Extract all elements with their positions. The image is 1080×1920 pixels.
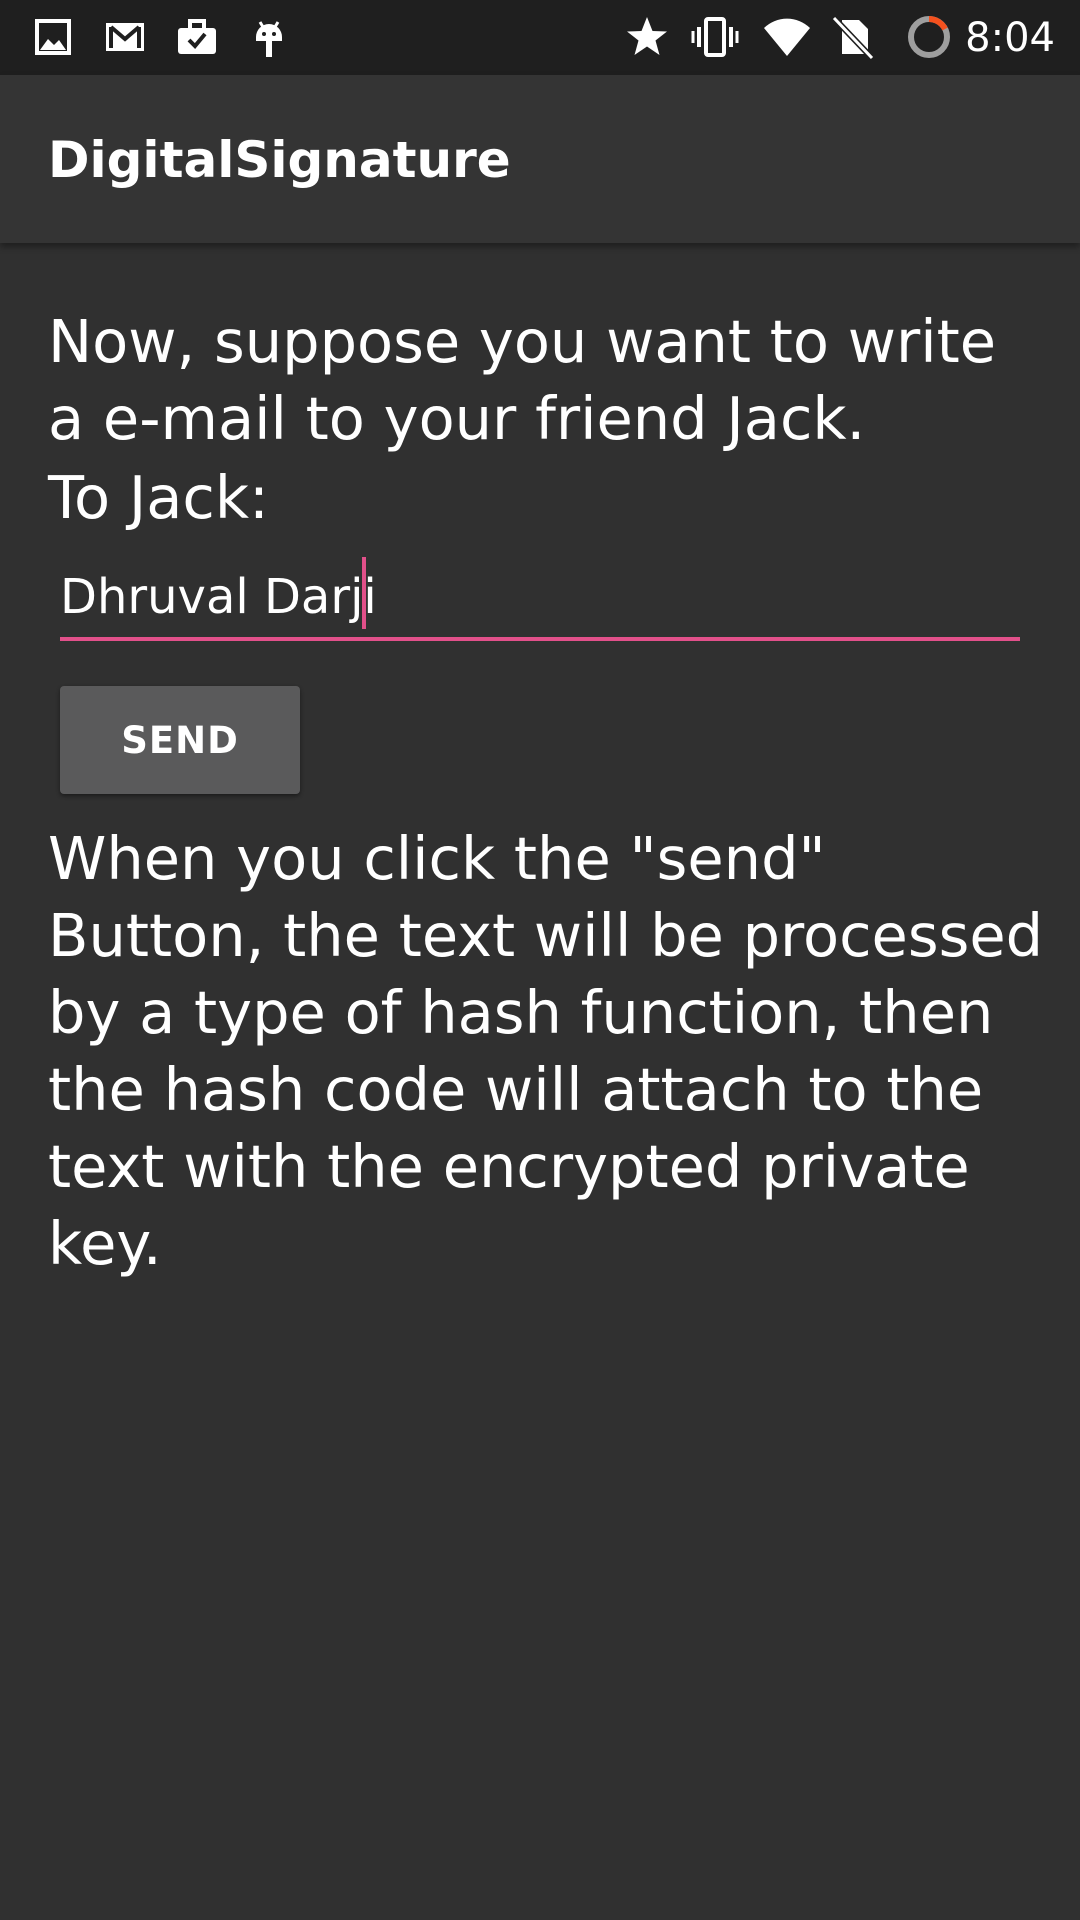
star-icon (627, 17, 667, 55)
android-debug-icon (256, 21, 282, 57)
wifi-icon (764, 18, 810, 56)
status-time: 8:04 (965, 15, 1055, 61)
send-button[interactable]: SEND (60, 686, 300, 794)
intro-text: Now, suppose you want to write a e-mail … (48, 307, 997, 453)
gmail-icon (106, 23, 144, 51)
message-input[interactable] (60, 557, 1020, 641)
text-cursor (362, 557, 366, 629)
info-text: When you click the "send" Button, the te… (48, 824, 1044, 1278)
app-toolbar: DigitalSignature (0, 75, 1080, 243)
no-sim-icon (831, 15, 875, 61)
battery-saver-icon (908, 16, 950, 58)
vibrate-icon (691, 17, 739, 57)
to-jack-label: To Jack: (48, 463, 269, 532)
work-briefcase-icon (178, 19, 216, 54)
image-icon (35, 19, 71, 55)
status-bar: 8:04 (0, 0, 1080, 75)
app-title: DigitalSignature (48, 131, 511, 189)
